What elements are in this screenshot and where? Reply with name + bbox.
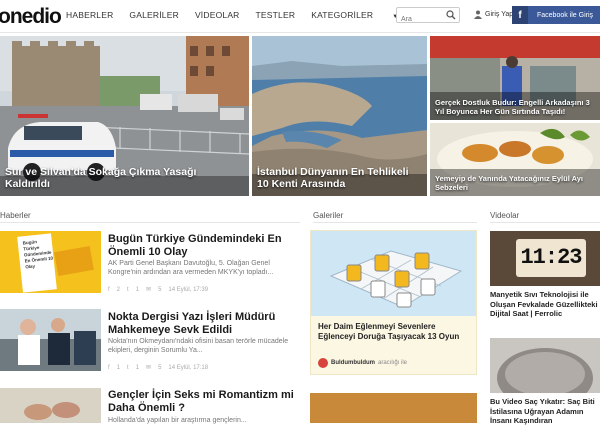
hero-caption-4: Yemeyip de Yanında Yatacağınız Eylül Ayı… <box>435 174 583 192</box>
section-title-news[interactable]: Haberler <box>0 211 31 220</box>
news-image-3 <box>0 388 101 423</box>
twitter-icon[interactable]: t <box>127 365 129 371</box>
news-date: 14 Eylül, 17:39 <box>168 286 209 293</box>
news-desc-3: Hollanda'da yapılan bir araştırma gençle… <box>108 417 247 424</box>
news-thumbnail-3[interactable] <box>0 388 101 423</box>
comment-icon[interactable]: ✉ <box>146 286 151 293</box>
menu-item-galleries[interactable]: GALERİLER <box>129 10 179 20</box>
gallery-author: Buldumbuldum aracılığı ile <box>318 358 407 368</box>
section-title-galleries[interactable]: Galeriler <box>313 211 343 220</box>
like-count: 2 <box>116 286 121 293</box>
facebook-login-label: Facebook ile Giriş <box>537 11 594 19</box>
gallery-image <box>311 231 476 316</box>
twitter-icon[interactable]: t <box>127 287 129 293</box>
divider-galleries <box>313 222 477 223</box>
comment-count: 5 <box>158 286 162 293</box>
news-title-3[interactable]: Gençler İçin Seks mi Romantizm mi Daha Ö… <box>108 389 300 415</box>
menu-item-news[interactable]: HABERLER <box>66 10 113 20</box>
hero-caption-3: Gerçek Dostluk Budur: Engelli Arkadaşını… <box>435 98 590 116</box>
video-title-2[interactable]: Bu Video Saç Yıkatır: Saç Biti İstilasın… <box>490 397 598 426</box>
hero-caption-2: İstanbul Dünyanın En Tehlikeli 10 Kenti … <box>257 166 409 190</box>
news-meta-2: f1 t1 ✉ 5 14 Eylül, 17:18 <box>108 364 209 372</box>
like-icon[interactable]: f <box>108 287 110 293</box>
search-box <box>396 7 460 27</box>
divider-videos <box>490 222 600 223</box>
facebook-login-button[interactable]: f Facebook ile Giriş <box>512 6 600 24</box>
user-icon <box>474 10 482 19</box>
comment-icon[interactable]: ✉ <box>146 364 151 371</box>
news-desc-2: Nokta'nın Okmeydanı'ndaki ofisini basan … <box>108 338 289 354</box>
facebook-icon: f <box>512 6 528 24</box>
hero-card-1[interactable]: Sur ve Silvan'da Sokağa Çıkma Yasağı Kal… <box>0 36 249 196</box>
login-label: Giriş Yap <box>485 11 514 18</box>
news-thumbnail-2[interactable] <box>0 309 101 371</box>
news-title-2[interactable]: Nokta Dergisi Yazı İşleri Müdürü Mahkeme… <box>108 311 300 337</box>
share-count: 1 <box>135 286 140 293</box>
site-logo[interactable]: onedio <box>0 5 62 29</box>
news-title-1[interactable]: Bugün Türkiye Gündemindeki En Önemli 10 … <box>108 233 300 259</box>
news-image-2 <box>0 309 101 371</box>
section-title-videos[interactable]: Videolar <box>490 211 519 220</box>
gallery-title[interactable]: Her Daim Eğlenmeyi Sevenlere Eğlenceyi D… <box>318 322 470 342</box>
gallery-next-thumb[interactable] <box>310 393 477 423</box>
top-nav: onedio HABERLER GALERİLER VİDEOLAR TESTL… <box>0 0 600 33</box>
like-icon[interactable]: f <box>108 365 110 371</box>
main-menu: HABERLER GALERİLER VİDEOLAR TESTLER KATE… <box>66 10 430 20</box>
hero-card-3[interactable]: Gerçek Dostluk Budur: Engelli Arkadaşını… <box>430 36 600 120</box>
divider-news <box>0 222 300 223</box>
author-name[interactable]: Buldumbuldum <box>331 360 375 366</box>
menu-item-tests[interactable]: TESTLER <box>256 10 296 20</box>
clock-display: 11:23 <box>520 245 582 270</box>
menu-item-videos[interactable]: VİDEOLAR <box>195 10 240 20</box>
gallery-card[interactable]: Her Daim Eğlenmeyi Sevenlere Eğlenceyi D… <box>310 230 477 375</box>
hero-card-2[interactable]: İstanbul Dünyanın En Tehlikeli 10 Kenti … <box>252 36 427 196</box>
like-count: 1 <box>116 364 121 371</box>
login-link[interactable]: Giriş Yap <box>474 10 513 19</box>
search-input[interactable] <box>397 12 441 27</box>
hero-caption-1: Sur ve Silvan'da Sokağa Çıkma Yasağı Kal… <box>5 166 197 190</box>
author-suffix: aracılığı ile <box>378 360 408 366</box>
news-date: 14 Eylül, 17:18 <box>168 364 209 371</box>
news-meta-1: f2 t1 ✉ 5 14 Eylül, 17:39 <box>108 286 209 294</box>
video-image-2 <box>490 338 600 393</box>
news-thumbnail-text-1: Bugün Türkiye Gündeminde En Önemli 10 Ol… <box>22 239 54 270</box>
news-desc-1: AK Parti Genel Başkanı Davutoğlu, 5. Ola… <box>108 260 274 276</box>
video-title-1[interactable]: Manyetik Sıvı Teknolojisi ile Oluşan Fev… <box>490 290 598 319</box>
author-avatar <box>318 358 328 368</box>
share-count: 1 <box>135 364 140 371</box>
comment-count: 5 <box>158 364 162 371</box>
video-thumbnail-1[interactable]: 11:23 <box>490 231 600 286</box>
menu-item-categories-label: KATEGORİLER <box>311 10 374 20</box>
hero-card-4[interactable]: Yemeyip de Yanında Yatacağınız Eylül Ayı… <box>430 123 600 196</box>
news-thumbnail-1[interactable]: Bugün Türkiye Gündeminde En Önemli 10 Ol… <box>0 231 101 293</box>
video-thumbnail-2[interactable] <box>490 338 600 393</box>
search-icon[interactable] <box>446 10 456 20</box>
